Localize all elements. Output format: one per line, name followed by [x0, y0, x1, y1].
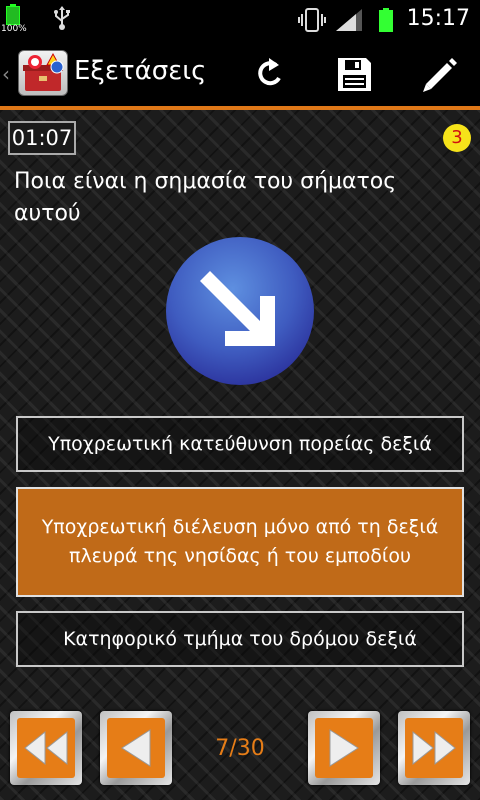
answer-option-1[interactable]: Υποχρεωτική κατεύθυνση πορείας δεξιά [16, 416, 464, 472]
up-caret-icon[interactable]: ‹ [2, 62, 10, 86]
previous-icon [121, 729, 151, 767]
usb-icon [54, 6, 70, 30]
answer-option-label: Υποχρεωτική διέλευση μόνο από τη δεξιά π… [41, 516, 439, 567]
previous-question-button[interactable] [100, 711, 172, 785]
action-bar-divider [0, 106, 480, 110]
answer-option-label: Κατηφορικό τμήμα του δρόμου δεξιά [63, 627, 417, 650]
last-icon [412, 730, 456, 766]
save-icon[interactable] [334, 54, 374, 94]
first-icon [24, 730, 68, 766]
next-icon [329, 729, 359, 767]
answer-option-2[interactable]: Υποχρεωτική διέλευση μόνο από τη δεξιά π… [16, 487, 464, 597]
timer: 01:07 [8, 121, 76, 155]
page-indicator: 7/30 [215, 736, 265, 761]
vibrate-icon [298, 8, 326, 32]
answer-option-3[interactable]: Κατηφορικό τμήμα του δρόμου δεξιά [16, 611, 464, 667]
page-title: Εξετάσεις [74, 56, 207, 86]
status-bar: 100% 15:17 [0, 0, 480, 38]
clock: 15:17 [406, 6, 470, 31]
battery-icon [379, 8, 393, 32]
battery-icon [6, 4, 20, 25]
answer-option-label: Υποχρεωτική κατεύθυνση πορείας δεξιά [48, 432, 432, 455]
signal-icon [336, 9, 362, 31]
question-text: Ποια είναι η σημασία του σήματος αυτού [14, 169, 397, 226]
next-question-button[interactable] [308, 711, 380, 785]
edit-icon[interactable] [418, 54, 458, 94]
battery-percent: 100% [1, 24, 27, 34]
action-bar: ‹ Εξετάσεις [0, 38, 480, 106]
counter-badge: 3 [443, 124, 471, 152]
app-logo[interactable] [18, 50, 68, 96]
refresh-icon[interactable] [250, 54, 290, 94]
last-question-button[interactable] [398, 711, 470, 785]
first-question-button[interactable] [10, 711, 82, 785]
road-sign-image [165, 236, 315, 386]
